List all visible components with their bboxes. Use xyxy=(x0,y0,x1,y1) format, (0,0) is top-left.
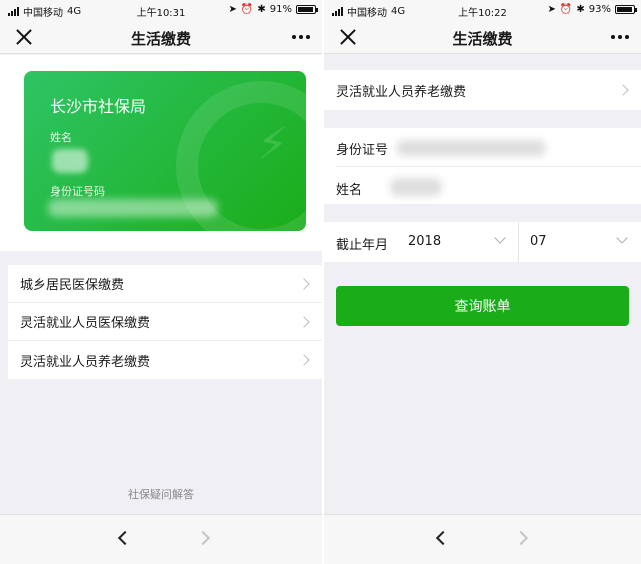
location-icon: ➤ xyxy=(547,4,556,15)
query-bill-button[interactable]: 查询账单 xyxy=(336,286,629,326)
name-value-blurred xyxy=(390,178,442,196)
page-title: 生活缴费 xyxy=(452,30,513,48)
battery-icon xyxy=(615,5,637,14)
card-id-value-blurred xyxy=(48,199,218,217)
deadline-date-row: 截止年月 2018 07 xyxy=(324,222,641,262)
phone-screen-right: 中国移动 4G 上午10:22 ➤ ⏰ ✱ 93% 生活缴费 灵活就业人员养老缴… xyxy=(324,0,641,564)
chevron-right-icon xyxy=(298,354,310,366)
card-name-value-blurred xyxy=(52,149,88,173)
list-item-flexible-pension[interactable]: 灵活就业人员养老缴费 xyxy=(8,341,322,379)
identity-info: 身份证号 姓名 xyxy=(324,128,641,204)
chevron-down-icon[interactable] xyxy=(494,232,506,244)
payment-type-row[interactable]: 灵活就业人员养老缴费 xyxy=(324,70,641,110)
nav-bar: 生活缴费 xyxy=(0,20,322,54)
bluetooth-icon: ✱ xyxy=(576,4,585,15)
id-number-label: 身份证号 xyxy=(336,143,389,158)
chevron-right-icon xyxy=(298,278,310,290)
bottom-toolbar xyxy=(324,514,641,564)
battery-percent: 93% xyxy=(588,4,611,15)
chevron-right-icon xyxy=(298,316,310,328)
month-select[interactable]: 07 xyxy=(530,234,547,249)
status-bar: 中国移动 4G 上午10:31 ➤ ⏰ ✱ 91% xyxy=(0,0,322,20)
card-id-label: 身份证号码 xyxy=(50,185,105,198)
lightning-icon: ⚡ xyxy=(257,119,288,170)
faq-link[interactable]: 社保疑问解答 xyxy=(0,486,322,502)
card-org-name: 长沙市社保局 xyxy=(50,97,147,116)
payment-type-label: 灵活就业人员养老缴费 xyxy=(336,84,467,100)
phone-screen-left: 中国移动 4G 上午10:31 ➤ ⏰ ✱ 91% 生活缴费 ⚡ 长沙市社保局 … xyxy=(0,0,322,564)
card-name-label: 姓名 xyxy=(50,131,72,144)
list-item-label: 灵活就业人员养老缴费 xyxy=(20,354,151,370)
alarm-icon: ⏰ xyxy=(559,4,573,15)
deadline-label: 截止年月 xyxy=(336,238,389,253)
nav-bar: 生活缴费 xyxy=(324,20,641,54)
chevron-right-icon xyxy=(617,84,629,96)
id-number-value-blurred xyxy=(396,140,546,156)
back-arrow-icon[interactable] xyxy=(117,530,133,546)
bluetooth-icon: ✱ xyxy=(257,4,266,15)
year-select[interactable]: 2018 xyxy=(408,234,441,249)
divider xyxy=(518,222,519,262)
name-label: 姓名 xyxy=(336,183,363,198)
list-item-label: 城乡居民医保缴费 xyxy=(20,278,125,293)
card-area: ⚡ 长沙市社保局 姓名 身份证号码 xyxy=(0,55,322,251)
list-item-flexible-medical[interactable]: 灵活就业人员医保缴费 xyxy=(8,303,322,341)
back-arrow-icon[interactable] xyxy=(435,530,451,546)
more-icon[interactable] xyxy=(611,35,629,39)
forward-arrow-icon[interactable] xyxy=(513,530,529,546)
alarm-icon: ⏰ xyxy=(240,4,254,15)
status-bar: 中国移动 4G 上午10:22 ➤ ⏰ ✱ 93% xyxy=(324,0,641,20)
social-security-card[interactable]: ⚡ 长沙市社保局 姓名 身份证号码 xyxy=(24,71,306,231)
payment-list: 城乡居民医保缴费 灵活就业人员医保缴费 灵活就业人员养老缴费 xyxy=(8,265,322,379)
bottom-toolbar xyxy=(0,514,322,564)
battery-icon xyxy=(296,5,318,14)
chevron-down-icon[interactable] xyxy=(616,232,628,244)
list-item-rural-medical[interactable]: 城乡居民医保缴费 xyxy=(8,265,322,303)
more-icon[interactable] xyxy=(292,35,310,39)
battery-percent: 91% xyxy=(269,4,292,15)
page-title: 生活缴费 xyxy=(130,30,191,48)
divider xyxy=(336,166,641,167)
forward-arrow-icon[interactable] xyxy=(195,530,211,546)
location-icon: ➤ xyxy=(228,4,237,15)
list-item-label: 灵活就业人员医保缴费 xyxy=(20,316,151,331)
